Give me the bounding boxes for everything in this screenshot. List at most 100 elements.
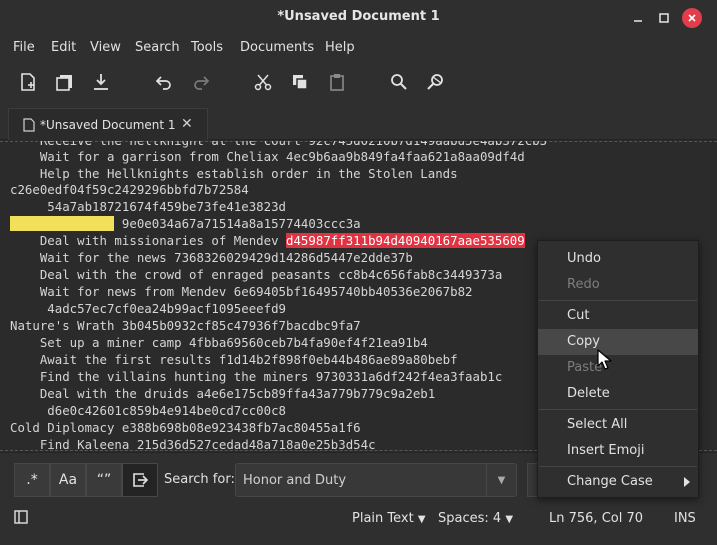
- cut-icon: [254, 74, 272, 91]
- editor-line: 54a7ab18721674f459be73fe41e3823d: [10, 199, 287, 214]
- menu-item-cut[interactable]: Cut: [538, 303, 698, 329]
- maximize-button[interactable]: [654, 8, 674, 28]
- menu-bar: File Edit View Search Tools Documents He…: [0, 36, 717, 60]
- editor-line: Deal with missionaries of Mendev d45987f…: [10, 232, 525, 249]
- menu-separator: [539, 466, 697, 467]
- regex-toggle[interactable]: .*: [14, 463, 50, 497]
- wrap-around-toggle[interactable]: [122, 463, 158, 497]
- toolbar: [0, 60, 717, 104]
- undo-icon: [155, 76, 171, 90]
- match-case-toggle[interactable]: Aa: [50, 463, 86, 497]
- minimize-button[interactable]: [628, 8, 648, 28]
- editor-line: Nature's Wrath 3b045b0932cf85c47936f7bac…: [10, 318, 361, 333]
- syntax-label: Plain Text: [352, 511, 414, 526]
- editor-line: d6e0c42601c859b4e914be0cd7cc00c8: [10, 403, 287, 418]
- search-for-label: Search for:: [164, 472, 235, 487]
- search-input-value: Honor and Duty: [243, 473, 347, 488]
- submenu-arrow-icon: [684, 477, 690, 487]
- editor-line: Cold Diplomacy e388b698b08e923438fb7ac80…: [10, 420, 361, 435]
- editor-line: 4adc57ec7cf0ea24b99acf1095eeefd9: [10, 301, 287, 316]
- editor-line: Deal with the druids a4e6e175cb89ffa43a7…: [10, 386, 436, 401]
- close-window-button[interactable]: [682, 8, 702, 28]
- menu-separator: [539, 409, 697, 410]
- search-history-dropdown[interactable]: ▼: [486, 464, 516, 496]
- save-button[interactable]: [89, 70, 113, 94]
- sidebar-icon: [14, 510, 28, 524]
- wrap-around-icon: [133, 473, 149, 487]
- chevron-down-icon: ▼: [417, 514, 426, 525]
- open-document-icon: [56, 75, 72, 91]
- menu-search[interactable]: Search: [135, 40, 180, 55]
- title-bar: *Unsaved Document 1: [0, 0, 717, 36]
- redo-button[interactable]: [189, 70, 213, 94]
- indent-label: Spaces: 4: [438, 511, 502, 526]
- menu-item-delete[interactable]: Delete: [538, 381, 698, 407]
- editor-line: Wait for the news 7368326029429d14286d54…: [10, 250, 413, 265]
- menu-help[interactable]: Help: [325, 40, 355, 55]
- menu-item-change-case-label: Change Case: [567, 474, 653, 489]
- editor-line: Find the villains hunting the miners 973…: [10, 369, 503, 384]
- editor-line: Await the first results f1d14b2f898f0eb4…: [10, 352, 458, 367]
- paste-button[interactable]: [325, 70, 349, 94]
- new-document-button[interactable]: [16, 70, 40, 94]
- chevron-down-icon: ▼: [497, 474, 506, 486]
- new-document-icon: [21, 73, 35, 91]
- menu-item-insert-emoji[interactable]: Insert Emoji: [538, 438, 698, 464]
- editor-line: Wait for a garrison from Cheliax 4ec9b6a…: [10, 149, 525, 164]
- menu-item-undo[interactable]: Undo: [538, 246, 698, 272]
- document-icon: [23, 118, 35, 132]
- search-match-highlight: Honor and Duty: [10, 216, 115, 231]
- editor-line: Wait for news from Mendev 6e69405bf16495…: [10, 284, 473, 299]
- open-document-button[interactable]: [53, 70, 77, 94]
- menu-item-change-case[interactable]: Change Case: [538, 469, 698, 495]
- copy-button[interactable]: [288, 70, 312, 94]
- menu-tools[interactable]: Tools: [191, 40, 223, 55]
- minimize-icon: [634, 20, 642, 22]
- find-button[interactable]: [387, 70, 411, 94]
- chevron-down-icon: ▼: [505, 514, 514, 525]
- search-input[interactable]: Honor and Duty ▼: [235, 463, 517, 497]
- line-hash: 9e0e034a67a71514a8a15774403ccc3a: [114, 216, 361, 231]
- menu-item-select-all[interactable]: Select All: [538, 412, 698, 438]
- menu-view[interactable]: View: [90, 40, 121, 55]
- toggle-sidebar-button[interactable]: [14, 510, 28, 528]
- tab-close-button[interactable]: ✕: [181, 116, 193, 132]
- editor-line: c26e0edf04f59c2429296bbfd7b72584: [10, 182, 249, 197]
- selected-text-highlight: d45987ff311b94d40940167aae535609: [286, 233, 525, 248]
- editor-line: Help the Hellknights establish order in …: [10, 166, 458, 181]
- indent-selector[interactable]: Spaces: 4 ▼: [438, 511, 513, 526]
- line-text: Deal with missionaries of Mendev: [10, 233, 287, 248]
- editor-line: Set up a miner camp 4fbba69560ceb7b4fa90…: [10, 335, 428, 350]
- replace-button[interactable]: [424, 70, 448, 94]
- find-icon: [391, 74, 407, 90]
- menu-documents[interactable]: Documents: [240, 40, 314, 55]
- menu-file[interactable]: File: [13, 40, 35, 55]
- cut-button[interactable]: [251, 70, 275, 94]
- editor-line: Deal with the crowd of enraged peasants …: [10, 267, 503, 282]
- menu-edit[interactable]: Edit: [51, 40, 76, 55]
- replace-icon: [427, 74, 443, 90]
- tab-label: *Unsaved Document 1: [40, 118, 176, 132]
- redo-icon: [194, 76, 210, 90]
- save-icon: [94, 74, 108, 90]
- syntax-selector[interactable]: Plain Text ▼: [352, 511, 426, 526]
- status-bar: Plain Text ▼ Spaces: 4 ▼ Ln 756, Col 70 …: [0, 506, 717, 545]
- undo-button[interactable]: [152, 70, 176, 94]
- mouse-pointer-icon: [597, 349, 612, 370]
- menu-separator: [539, 300, 697, 301]
- paste-icon: [330, 74, 344, 91]
- context-menu: Undo Redo Cut Copy Paste Delete Select A…: [537, 240, 699, 498]
- copy-icon: [293, 75, 308, 90]
- insert-mode: INS: [674, 511, 696, 526]
- whole-word-toggle[interactable]: “”: [86, 463, 122, 497]
- window-title: *Unsaved Document 1: [277, 9, 440, 24]
- menu-item-paste[interactable]: Paste: [538, 355, 698, 381]
- menu-item-redo[interactable]: Redo: [538, 272, 698, 298]
- cursor-position: Ln 756, Col 70: [549, 511, 644, 526]
- maximize-icon: [659, 13, 669, 23]
- editor-line: Honor and Duty 9e0e034a67a71514a8a157744…: [10, 215, 361, 232]
- close-icon: [688, 14, 696, 22]
- menu-item-copy[interactable]: Copy: [538, 329, 698, 355]
- tab-bar: *Unsaved Document 1 ✕: [0, 104, 717, 140]
- document-tab[interactable]: *Unsaved Document 1 ✕: [8, 108, 208, 140]
